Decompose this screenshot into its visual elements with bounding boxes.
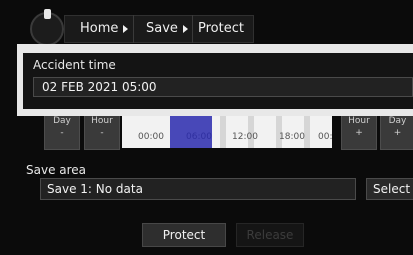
- save-area-label: Save area: [26, 163, 87, 177]
- breadcrumb-save-label: Save: [146, 21, 178, 36]
- select-button[interactable]: Select: [366, 178, 413, 200]
- save-area-field[interactable]: Save 1: No data: [40, 178, 356, 200]
- breadcrumb-home[interactable]: Home: [80, 15, 129, 43]
- day-plus-label: Day: [388, 116, 407, 126]
- hour-minus-button[interactable]: Hour -: [84, 114, 120, 150]
- breadcrumb-protect[interactable]: Protect: [198, 15, 244, 43]
- day-minus-sign: -: [60, 128, 64, 138]
- hour-plus-sign: +: [355, 128, 363, 138]
- power-notch: [44, 9, 51, 19]
- day-plus-button[interactable]: Day +: [380, 114, 413, 150]
- accident-time-field[interactable]: 02 FEB 2021 05:00: [33, 77, 413, 97]
- breadcrumb-protect-label: Protect: [198, 21, 244, 36]
- timeline-tick: 00:00: [138, 132, 164, 142]
- hour-minus-label: Hour: [91, 116, 113, 126]
- protect-button[interactable]: Protect: [142, 223, 226, 247]
- chevron-right-icon: [182, 24, 188, 33]
- breadcrumb-divider: [192, 15, 193, 43]
- breadcrumb-home-label: Home: [80, 21, 119, 36]
- timeline-tick: 06:00: [186, 132, 212, 142]
- breadcrumb-save[interactable]: Save: [146, 15, 188, 43]
- timeline-tick: 18:00: [279, 132, 305, 142]
- timeline-tick: 00:: [318, 132, 333, 142]
- day-minus-button[interactable]: Day -: [44, 114, 80, 150]
- day-plus-sign: +: [393, 128, 402, 138]
- release-button: Release: [236, 223, 304, 247]
- hour-plus-label: Hour: [348, 116, 370, 126]
- chevron-right-icon: [123, 24, 129, 33]
- breadcrumb-divider: [133, 15, 134, 43]
- day-minus-label: Day: [53, 116, 71, 126]
- hour-minus-sign: -: [100, 128, 104, 138]
- timeline-stripe: [220, 116, 226, 148]
- power-icon[interactable]: [30, 9, 64, 46]
- accident-time-label: Accident time: [33, 58, 116, 72]
- timeline-tick: 12:00: [232, 132, 258, 142]
- hour-plus-button[interactable]: Hour +: [341, 114, 377, 150]
